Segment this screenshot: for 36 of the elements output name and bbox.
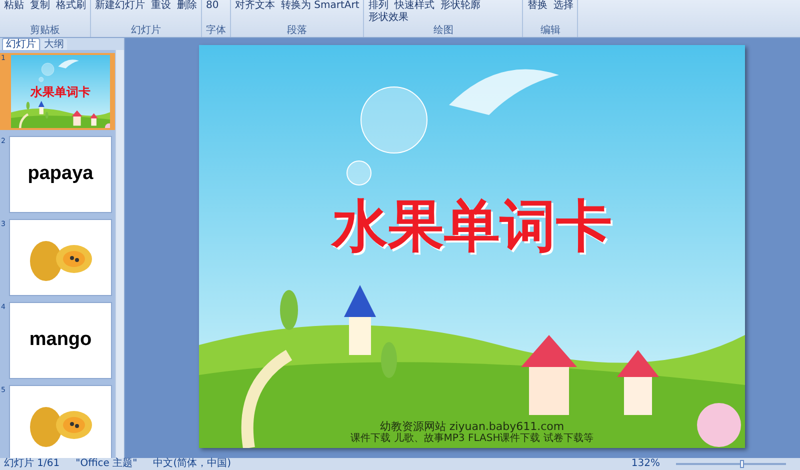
zoom-level: 132%: [631, 459, 660, 469]
site-text: 幼教资源网站 ziyuan.baby611.com: [380, 420, 564, 433]
ribbon-button[interactable]: 替换: [527, 0, 548, 12]
slide-thumbnail[interactable]: [9, 385, 112, 458]
pane-tab[interactable]: 大纲: [41, 39, 67, 50]
ribbon-button[interactable]: 格式刷: [56, 0, 86, 12]
ribbon-button[interactable]: 选择: [553, 0, 574, 12]
slide-thumbnail[interactable]: mango: [9, 302, 112, 379]
ribbon-button[interactable]: 转换为 SmartArt: [281, 0, 360, 12]
slide-thumbnail[interactable]: papaya: [9, 136, 112, 213]
group-label: 绘图: [432, 25, 454, 37]
group-label: 编辑: [539, 25, 562, 37]
ribbon-button[interactable]: 排列: [368, 0, 388, 12]
ribbon-button[interactable]: 重设: [151, 0, 171, 12]
ribbon-button[interactable]: 形状效果: [368, 12, 408, 24]
ribbon-button[interactable]: 快速样式: [394, 0, 434, 12]
slide-title: 水果单词卡: [330, 193, 613, 261]
scrollbar[interactable]: [115, 50, 124, 458]
zoom-slider-thumb[interactable]: [740, 460, 744, 468]
status-text: 中文(简体，中国): [153, 459, 232, 469]
thumbnail-title: 水果单词卡: [30, 84, 90, 100]
status-text: "Office 主题": [76, 459, 138, 469]
ribbon-button[interactable]: 80: [206, 0, 219, 12]
links-text: 课件下载 儿歌、故事MP3 FLASH课件下载 试卷下载等: [350, 433, 594, 445]
thumbnail-word: papaya: [28, 162, 94, 186]
group-label: 段落: [286, 25, 308, 37]
status-text: 幻灯片 1/61: [4, 459, 60, 469]
group-label: 字体: [206, 25, 226, 37]
ribbon-button[interactable]: 复制: [30, 0, 50, 12]
slide-thumbnail[interactable]: [9, 219, 112, 296]
pane-tab[interactable]: 幻灯片: [2, 38, 40, 50]
thumbnail-word: mango: [29, 328, 92, 352]
ribbon-button[interactable]: 粘贴: [4, 0, 24, 12]
group-label: 剪贴板: [29, 25, 61, 37]
group-label: 幻灯片: [130, 25, 162, 37]
ribbon-button[interactable]: 删除: [177, 0, 197, 12]
